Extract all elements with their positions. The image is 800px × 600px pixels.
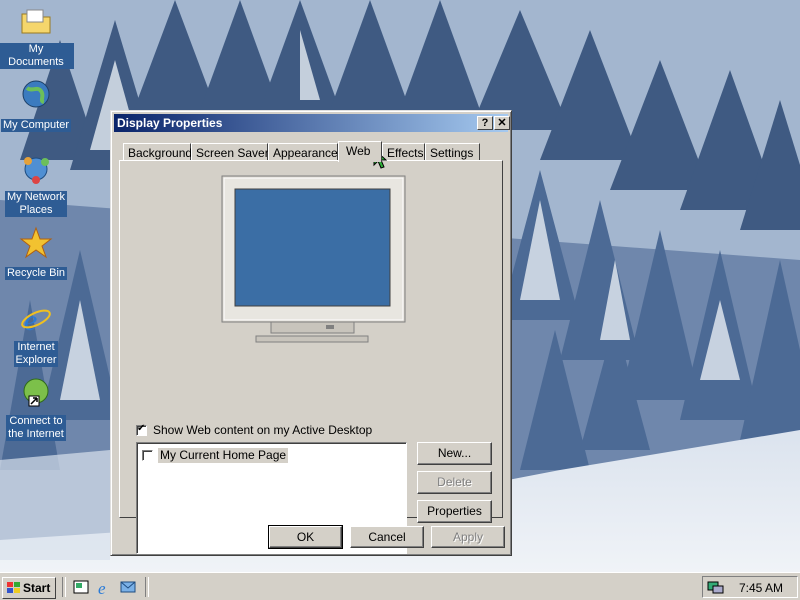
- show-desktop-icon[interactable]: [72, 578, 90, 596]
- properties-button[interactable]: Properties: [417, 500, 492, 523]
- tab-background[interactable]: Background: [123, 143, 192, 161]
- display-properties-window: Display Properties ? ✕ Background Screen…: [110, 110, 512, 556]
- show-web-content-checkbox[interactable]: [136, 423, 147, 436]
- tab-screen-saver[interactable]: Screen Saver: [191, 143, 269, 161]
- delete-button[interactable]: Delete: [417, 471, 492, 494]
- help-button[interactable]: ?: [477, 116, 493, 130]
- system-tray: 7:45 AM: [702, 576, 798, 598]
- desktop-icon-label: My Network Places: [4, 191, 68, 217]
- desktop-icon-connect-to-internet[interactable]: Connect to the Internet: [0, 376, 74, 441]
- start-button[interactable]: Start: [2, 577, 56, 599]
- windows-logo-icon: [7, 582, 20, 593]
- recycle-bin-icon: [19, 226, 53, 259]
- computer-icon: [22, 80, 50, 108]
- start-label: Start: [23, 581, 51, 595]
- clock[interactable]: 7:45 AM: [739, 581, 783, 595]
- cancel-button[interactable]: Cancel: [350, 526, 424, 548]
- desktop-icon-internet-explorer[interactable]: e Internet Explorer: [0, 302, 74, 367]
- monitor-preview-icon: [221, 175, 406, 343]
- list-item-label: My Current Home Page: [158, 448, 289, 463]
- quicklaunch-ie-icon[interactable]: e: [96, 578, 114, 596]
- taskbar-separator: [145, 577, 149, 597]
- desktop-icon-label: My Computer: [0, 119, 72, 132]
- taskbar-separator: [62, 577, 66, 597]
- new-button[interactable]: New...: [417, 442, 492, 465]
- window-title: Display Properties: [117, 116, 223, 130]
- desktop-icon-label: My Documents: [0, 43, 74, 69]
- connect-icon: [23, 378, 49, 407]
- desktop-icon-label: Connect to the Internet: [6, 415, 66, 441]
- close-button[interactable]: ✕: [494, 116, 510, 130]
- tab-settings[interactable]: Settings: [425, 143, 480, 161]
- svg-text:e: e: [24, 304, 37, 336]
- desktop-icon-my-computer[interactable]: My Computer: [0, 78, 74, 132]
- outlook-express-icon[interactable]: [119, 578, 137, 596]
- apply-button[interactable]: Apply: [431, 526, 505, 548]
- ie-icon: e: [21, 304, 51, 337]
- desktop-icon-label: Internet Explorer: [13, 341, 59, 367]
- tab-appearance[interactable]: Appearance: [268, 143, 338, 161]
- svg-text:e: e: [98, 579, 106, 596]
- list-item-checkbox[interactable]: [142, 450, 153, 461]
- tab-web[interactable]: Web: [338, 141, 382, 162]
- desktop-icon-label: Recycle Bin: [4, 267, 68, 280]
- show-web-content-label: Show Web content on my Active Desktop: [153, 423, 373, 437]
- ok-button[interactable]: OK: [268, 525, 343, 549]
- desktop-icon-recycle-bin[interactable]: Recycle Bin: [0, 226, 74, 280]
- desktop-icon-my-documents[interactable]: My Documents: [0, 4, 74, 69]
- network-status-icon[interactable]: [707, 579, 725, 595]
- taskbar: Start e 7:45 AM: [0, 572, 800, 600]
- web-tab-panel: Show Web content on my Active Desktop My…: [119, 160, 503, 554]
- folder-icon: [21, 9, 51, 34]
- title-bar[interactable]: Display Properties ? ✕: [114, 114, 510, 132]
- network-icon: [24, 157, 49, 184]
- tab-effects[interactable]: Effects: [382, 143, 425, 161]
- desktop-icon-my-network-places[interactable]: My Network Places: [0, 152, 74, 217]
